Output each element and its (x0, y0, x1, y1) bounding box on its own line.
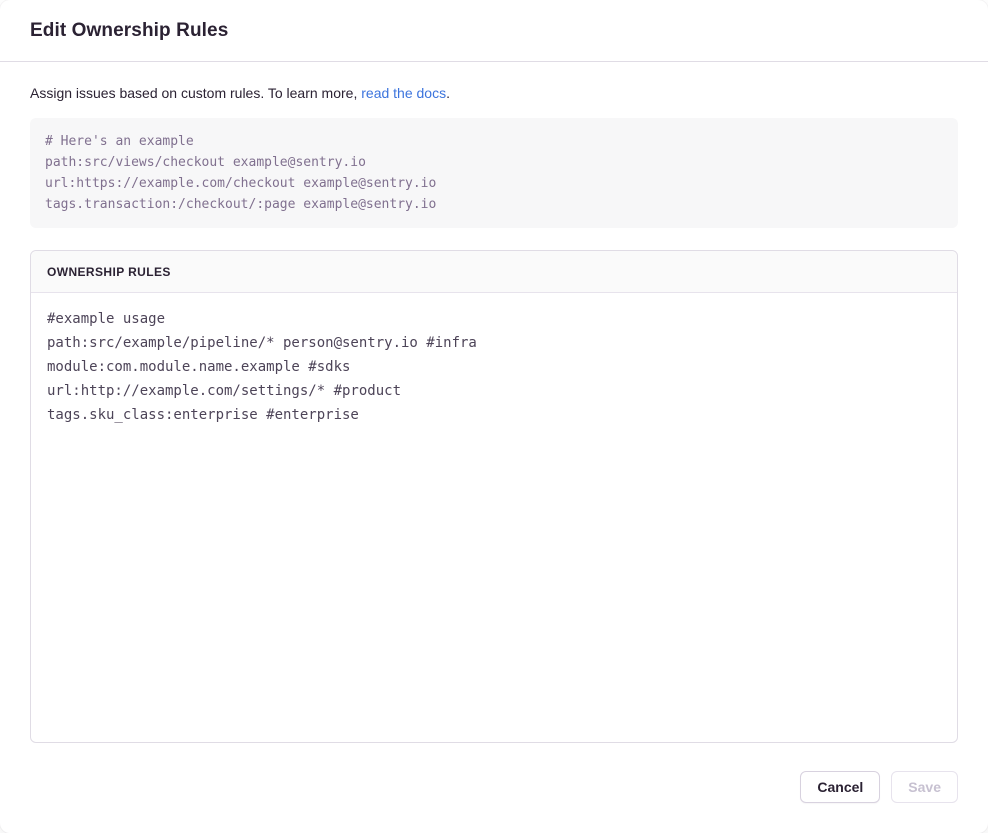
ownership-rules-textarea[interactable]: #example usage path:src/example/pipeline… (31, 293, 957, 742)
modal-body: Assign issues based on custom rules. To … (0, 62, 988, 833)
ownership-rules-panel: OWNERSHIP RULES #example usage path:src/… (30, 250, 958, 743)
save-button[interactable]: Save (891, 771, 958, 803)
example-code-block: # Here's an example path:src/views/check… (30, 118, 958, 228)
modal-footer: Cancel Save (30, 771, 958, 803)
description: Assign issues based on custom rules. To … (30, 85, 958, 102)
modal-header: Edit Ownership Rules (0, 0, 988, 62)
modal-title: Edit Ownership Rules (30, 20, 228, 42)
read-the-docs-link[interactable]: read the docs (361, 85, 446, 101)
description-suffix: . (446, 85, 450, 101)
ownership-rules-panel-header: OWNERSHIP RULES (31, 251, 957, 293)
cancel-button[interactable]: Cancel (800, 771, 880, 803)
description-text: Assign issues based on custom rules. To … (30, 85, 361, 101)
edit-ownership-rules-modal: Edit Ownership Rules Assign issues based… (0, 0, 988, 833)
